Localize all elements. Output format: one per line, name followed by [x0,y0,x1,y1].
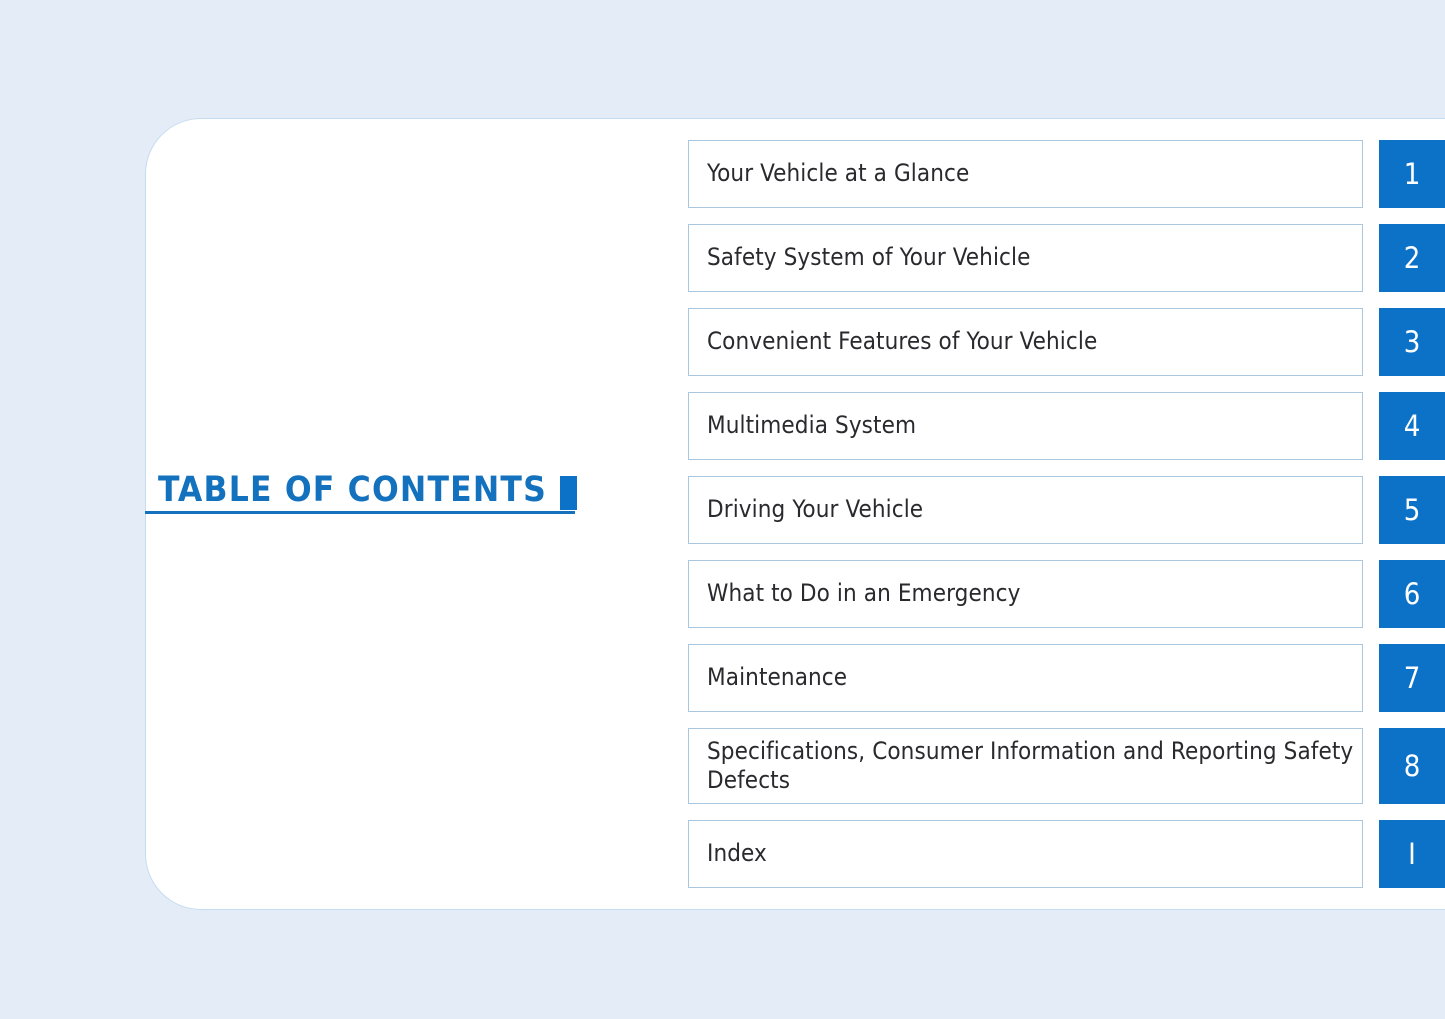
toc-entry[interactable]: Your Vehicle at a Glance 1 [688,140,1445,208]
toc-entry-box[interactable]: Your Vehicle at a Glance [688,140,1363,208]
toc-entry-tab-number: 3 [1403,324,1421,359]
toc-entry-box[interactable]: Driving Your Vehicle [688,476,1363,544]
toc-entry[interactable]: Index I [688,820,1445,888]
title-underline-rule [145,511,575,514]
toc-entry-tab[interactable]: 7 [1379,644,1445,712]
toc-entry[interactable]: Maintenance 7 [688,644,1445,712]
toc-entry[interactable]: Specifications, Consumer Information and… [688,728,1445,804]
toc-entry-tab-number: 4 [1403,408,1421,443]
toc-entry-tab[interactable]: 1 [1379,140,1445,208]
toc-entry-tab[interactable]: I [1379,820,1445,888]
toc-entry-tab[interactable]: 2 [1379,224,1445,292]
toc-entry-tab-number: I [1408,836,1416,871]
toc-entry[interactable]: Multimedia System 4 [688,392,1445,460]
toc-entry-label: Your Vehicle at a Glance [707,159,970,188]
toc-entry[interactable]: Convenient Features of Your Vehicle 3 [688,308,1445,376]
page-title-text: TABLE OF CONTENTS [157,470,547,510]
toc-entry[interactable]: What to Do in an Emergency 6 [688,560,1445,628]
toc-entry[interactable]: Safety System of Your Vehicle 2 [688,224,1445,292]
toc-entry-tab[interactable]: 3 [1379,308,1445,376]
toc-entry-box[interactable]: Multimedia System [688,392,1363,460]
toc-entry-tab-number: 7 [1403,660,1421,695]
toc-entry-tab[interactable]: 4 [1379,392,1445,460]
title-accent-block [560,476,577,510]
toc-entry-label: Index [707,839,767,868]
toc-entry-box[interactable]: Index [688,820,1363,888]
page-title: TABLE OF CONTENTS [145,464,575,514]
toc-entry-label: Maintenance [707,663,848,692]
toc-entry-label: What to Do in an Emergency [707,579,1021,608]
toc-entry-tab-number: 2 [1403,240,1421,275]
toc-entry-label: Specifications, Consumer Information and… [707,736,1354,794]
toc-entry-tab[interactable]: 8 [1379,728,1445,804]
toc-entry-tab-number: 5 [1403,492,1421,527]
toc-entry-label: Convenient Features of Your Vehicle [707,327,1098,356]
toc-entry-box[interactable]: Safety System of Your Vehicle [688,224,1363,292]
toc-entry[interactable]: Driving Your Vehicle 5 [688,476,1445,544]
toc-entry-tab[interactable]: 6 [1379,560,1445,628]
toc-entry-tab-number: 8 [1403,748,1421,783]
toc-entry-box[interactable]: What to Do in an Emergency [688,560,1363,628]
toc-entry-box[interactable]: Convenient Features of Your Vehicle [688,308,1363,376]
toc-entry-tab-number: 1 [1403,156,1421,191]
toc-entry-box[interactable]: Maintenance [688,644,1363,712]
toc-entry-tab-number: 6 [1403,576,1421,611]
toc-entry-label: Driving Your Vehicle [707,495,924,524]
toc-entry-label: Multimedia System [707,411,917,440]
toc-entry-box[interactable]: Specifications, Consumer Information and… [688,728,1363,804]
toc-entry-tab[interactable]: 5 [1379,476,1445,544]
toc-entry-label: Safety System of Your Vehicle [707,243,1031,272]
table-of-contents-list: Your Vehicle at a Glance 1 Safety System o… [688,140,1445,904]
